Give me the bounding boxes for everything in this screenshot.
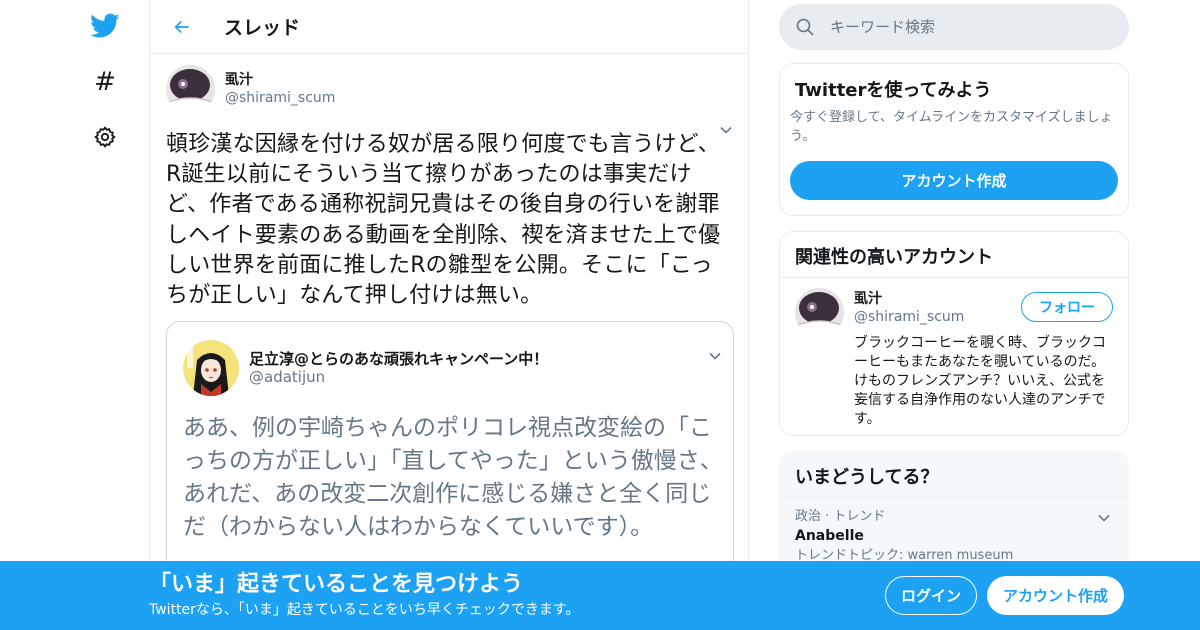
quoted-tweet[interactable]: 足立淳@とらのあな頑張れキャンペーン中！ @adatijun ああ、例の宇崎ちゃ… [166,321,734,582]
chevron-down-icon[interactable] [716,120,736,140]
trend-meta: 政治 · トレンド [795,509,886,524]
avatar[interactable] [183,340,239,397]
thread-header: スレッド [150,0,748,54]
login-button[interactable]: ログイン [885,576,977,615]
avatar[interactable] [166,64,215,114]
hashtag-glyph: # [94,67,116,97]
search-icon [794,16,816,38]
chevron-down-icon[interactable] [705,346,725,366]
twitter-bird-icon[interactable] [89,10,121,42]
tweet-author: 虱汁 @shirami_scum [166,64,732,114]
back-arrow-icon[interactable] [166,11,198,43]
page-title: スレッド [224,17,301,39]
quote-author: 足立淳@とらのあな頑張れキャンペーン中！ @adatijun [183,340,717,397]
trends-title: いまどうしてる？ [780,452,1128,498]
related-accounts-title: 関連性の高いアカウント [780,232,1128,278]
author-handle[interactable]: @shirami_scum [225,89,335,107]
follow-button[interactable]: フォロー [1021,292,1113,322]
tweet: 虱汁 @shirami_scum 頓珍漢な因縁を付ける奴が居る限り何度でも言うけ… [150,54,748,582]
tweet-text: 頓珍漢な因縁を付ける奴が居る限り何度でも言うけど、R誕生以前にそういう当て擦りが… [166,132,721,309]
quote-author-name[interactable]: 足立淳@とらのあな頑張れキャンペーン中！ [249,350,548,368]
create-account-button[interactable]: アカウント作成 [790,161,1118,200]
signup-button[interactable]: アカウント作成 [987,576,1124,615]
related-accounts-card: 関連性の高いアカウント 虱汁 @shirami_scum ブラックコーヒーを覗く… [779,231,1129,436]
main-column: スレッド 虱汁 @shirami_scum 頓珍漢な因縁を付ける奴が居る限り何度… [149,0,749,630]
author-name[interactable]: 虱汁 [225,71,335,89]
quote-text: ああ、例の宇崎ちゃんのポリコレ視点改変絵の「こっちの方が正しい」「直してやった」… [183,415,723,541]
search-bar[interactable] [779,4,1129,50]
signup-card-description: 今すぐ登録して、タイムラインをカスタマイズしましょう。 [790,110,1113,144]
signup-card: Twitterを使ってみよう 今すぐ登録して、タイムラインをカスタマイズしましょ… [779,63,1129,216]
gear-icon[interactable] [89,121,121,153]
page: # スレッド 虱汁 @shirami_scum 頓珍漢な因縁を付ける奴が居る限り… [0,0,1200,630]
quote-author-handle[interactable]: @adatijun [249,368,548,386]
search-input[interactable] [830,18,1100,36]
banner-subtitle: Twitterなら、「いま」起きていることをいち早くチェックできます。 [149,602,580,618]
chevron-down-icon[interactable] [1094,508,1114,528]
banner-title: 「いま」起きていることを見つけよう [149,572,524,597]
author-names: 虱汁 @shirami_scum [225,71,335,107]
trend-name: Anabelle [795,528,864,544]
avatar[interactable] [795,288,844,337]
quote-author-names: 足立淳@とらのあな頑張れキャンペーン中！ @adatijun [249,350,548,386]
related-account[interactable]: 虱汁 @shirami_scum ブラックコーヒーを覗く時、ブラックコーヒーもま… [780,278,1128,435]
signup-banner: 「いま」起きていることを見つけよう Twitterなら、「いま」起きていることを… [0,561,1200,630]
left-nav: # [0,0,149,630]
signup-card-title: Twitterを使ってみよう [795,80,992,101]
related-account-bio: ブラックコーヒーを覗く時、ブラックコーヒーもまたあなたを覗いているのだ。 けもの… [854,335,1106,427]
hashtag-icon[interactable]: # [89,66,121,98]
